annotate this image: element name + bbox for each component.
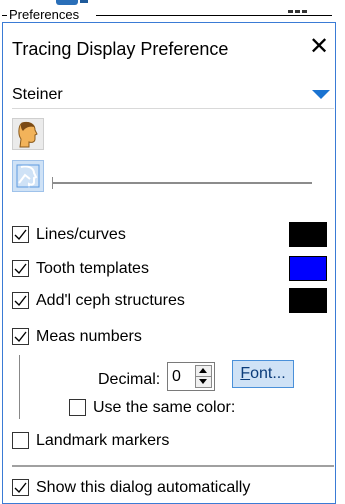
dialog-title: Tracing Display Preference: [12, 39, 229, 59]
addl-ceph-option[interactable]: Add'l ceph structures: [12, 290, 252, 316]
landmark-markers-label: Landmark markers: [36, 432, 170, 449]
toolbar-fragment: [288, 0, 316, 13]
spinner-up-button[interactable]: [196, 366, 211, 376]
addl-ceph-label: Add'l ceph structures: [36, 292, 185, 309]
show-dialog-checkbox[interactable]: [12, 479, 29, 496]
tracing-profile-button[interactable]: [12, 160, 44, 192]
separator: [12, 465, 334, 467]
landmark-markers-option[interactable]: Landmark markers: [12, 430, 232, 456]
meas-numbers-label: Meas numbers: [36, 328, 142, 345]
font-button-label: ont...: [250, 365, 286, 382]
addl-ceph-color-swatch[interactable]: [289, 288, 327, 313]
line-thickness-slider[interactable]: [52, 182, 312, 184]
spinner-down-button[interactable]: [196, 377, 211, 387]
template-dropdown[interactable]: Steiner: [12, 82, 334, 109]
toolbar-icon-fragment: [80, 0, 88, 3]
group-title: Preferences: [9, 7, 80, 22]
same-color-label: Use the same color:: [93, 399, 236, 416]
tooth-templates-color-swatch[interactable]: [289, 256, 327, 281]
lines-curves-label: Lines/curves: [36, 226, 126, 243]
close-button[interactable]: ✕: [308, 34, 330, 60]
lines-curves-option[interactable]: Lines/curves: [12, 224, 212, 250]
group-border: [2, 15, 7, 16]
same-color-checkbox[interactable]: [69, 399, 86, 416]
font-button[interactable]: Font...: [232, 360, 294, 388]
lines-curves-color-swatch[interactable]: [289, 222, 327, 247]
spinner-buttons: [195, 365, 212, 388]
lines-curves-checkbox[interactable]: [12, 226, 29, 243]
show-dialog-label: Show this dialog automatically: [36, 479, 251, 496]
tooth-templates-checkbox[interactable]: [12, 260, 29, 277]
same-color-option[interactable]: Use the same color:: [69, 397, 309, 423]
tooth-templates-label: Tooth templates: [36, 260, 149, 277]
meas-numbers-option[interactable]: Meas numbers: [12, 326, 212, 352]
decimal-value[interactable]: 0: [172, 367, 181, 387]
font-button-accel: F: [240, 365, 251, 382]
addl-ceph-checkbox[interactable]: [12, 292, 29, 309]
tracing-profile-icon: [16, 164, 40, 188]
landmark-markers-checkbox[interactable]: [12, 432, 29, 449]
template-selected-value: Steiner: [12, 86, 63, 103]
face-profile-icon: [18, 121, 38, 148]
close-icon: ✕: [308, 33, 330, 60]
show-dialog-option[interactable]: Show this dialog automatically: [12, 477, 334, 503]
decimal-spinner[interactable]: 0: [167, 362, 215, 391]
meas-numbers-group-line: [19, 355, 20, 419]
tooth-templates-option[interactable]: Tooth templates: [12, 258, 212, 284]
chevron-down-icon: [312, 90, 330, 99]
decimal-label: Decimal:: [98, 371, 161, 388]
toolbar-icon-fragment: [56, 0, 78, 5]
meas-numbers-checkbox[interactable]: [12, 328, 29, 345]
group-border: [96, 15, 332, 16]
face-profile-button[interactable]: [12, 118, 44, 150]
